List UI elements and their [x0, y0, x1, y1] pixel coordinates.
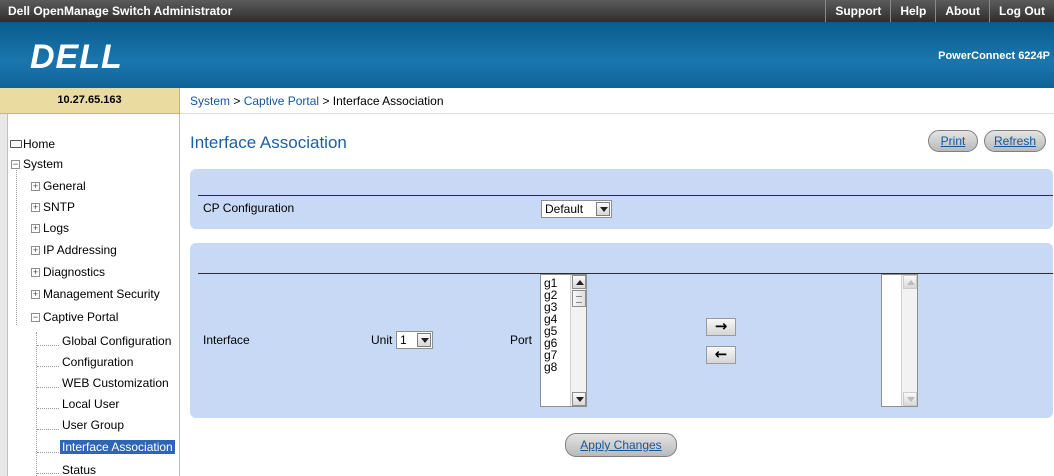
sidebar-item-label: System — [23, 157, 64, 171]
sidebar-scrollbar[interactable] — [0, 114, 8, 476]
tree-line — [37, 408, 59, 409]
cp-configuration-select[interactable]: Default — [541, 200, 612, 218]
sidebar-item-label: SNTP — [43, 200, 76, 214]
app-title: Dell OpenManage Switch Administrator — [8, 4, 233, 18]
support-link[interactable]: Support — [825, 0, 890, 22]
sidebar-item-label: Captive Portal — [43, 310, 119, 324]
tree-line — [37, 345, 59, 346]
sidebar-item-global-configuration[interactable]: Global Configuration — [62, 331, 171, 351]
breadcrumb-current: Interface Association — [332, 94, 444, 108]
sidebar-item-label: Global Configuration — [62, 334, 172, 348]
collapse-icon[interactable]: − — [31, 313, 40, 322]
breadcrumb: System > Captive Portal > Interface Asso… — [180, 88, 1054, 114]
expand-icon[interactable]: + — [31, 290, 40, 299]
cp-configuration-label: CP Configuration — [203, 201, 295, 215]
tree-line — [16, 161, 17, 325]
interface-label: Interface — [203, 333, 250, 347]
tree-line — [37, 366, 59, 367]
collapse-icon[interactable]: − — [11, 160, 20, 169]
panel-divider — [198, 195, 1053, 196]
nav-sidebar: Home − System + General + SNTP + Logs + IP Ad… — [0, 114, 180, 476]
sidebar-item-user-group[interactable]: User Group — [62, 415, 124, 435]
expand-icon[interactable]: + — [31, 268, 40, 277]
add-port-button[interactable]: → — [706, 318, 736, 336]
remove-port-button[interactable]: ← — [706, 346, 736, 364]
breadcrumb-captive-portal[interactable]: Captive Portal — [244, 94, 319, 108]
device-model: PowerConnect 6224P — [938, 50, 1050, 62]
port-listbox[interactable]: g1 g2 g3 g4 g5 g6 g7 g8 — [540, 274, 587, 407]
brand-banner: DELL PowerConnect 6224P — [0, 22, 1054, 88]
sidebar-item-home[interactable]: Home — [10, 134, 55, 154]
sidebar-item-label: WEB Customization — [62, 376, 169, 390]
sidebar-item-ip-addressing[interactable]: + IP Addressing — [31, 240, 117, 260]
sidebar-item-local-user[interactable]: Local User — [62, 394, 119, 414]
unit-value: 1 — [400, 333, 407, 347]
sidebar-item-label: Interface Association — [60, 440, 175, 454]
sidebar-item-system[interactable]: − System — [11, 154, 63, 174]
scroll-down-icon[interactable] — [572, 392, 586, 406]
logout-link[interactable]: Log Out — [989, 0, 1054, 22]
sidebar-item-label: Configuration — [62, 355, 134, 369]
interface-panel: Interface Unit 1 Port g1 g2 g3 g4 g5 g6 … — [190, 243, 1053, 418]
refresh-button[interactable]: Refresh — [984, 130, 1046, 152]
sidebar-item-label: General — [43, 179, 86, 193]
expand-icon[interactable]: + — [31, 182, 40, 191]
top-links: Support Help About Log Out — [825, 0, 1054, 22]
expand-icon[interactable]: + — [31, 246, 40, 255]
chevron-down-icon — [417, 333, 431, 347]
port-list-scrollbar[interactable] — [570, 275, 586, 406]
sidebar-item-management-security[interactable]: + Management Security — [31, 284, 160, 304]
sidebar-item-label: Local User — [62, 397, 120, 411]
scroll-down-icon[interactable] — [903, 392, 917, 406]
tree-line — [37, 452, 59, 453]
scroll-thumb[interactable] — [572, 290, 586, 307]
about-link[interactable]: About — [935, 0, 989, 22]
tree-line — [37, 473, 59, 474]
page-title: Interface Association — [190, 133, 347, 152]
sidebar-item-label: Home — [23, 137, 56, 151]
sidebar-item-web-customization[interactable]: WEB Customization — [62, 373, 169, 393]
folder-icon — [10, 140, 22, 148]
sidebar-item-label: Status — [62, 463, 97, 476]
sidebar-item-general[interactable]: + General — [31, 176, 86, 196]
sidebar-item-interface-association[interactable]: Interface Association — [60, 437, 175, 457]
print-button[interactable]: Print — [928, 130, 978, 152]
sidebar-item-label: Logs — [43, 221, 70, 235]
sidebar-item-sntp[interactable]: + SNTP — [31, 197, 75, 217]
panel-divider — [198, 273, 1053, 274]
help-link[interactable]: Help — [890, 0, 935, 22]
sidebar-item-logs[interactable]: + Logs — [31, 218, 69, 238]
scroll-up-icon[interactable] — [572, 275, 586, 289]
cp-configuration-value: Default — [545, 202, 584, 216]
tree-line — [36, 332, 37, 476]
expand-icon[interactable]: + — [31, 203, 40, 212]
sidebar-item-label: IP Addressing — [43, 243, 117, 257]
main-content: Interface Association Print Refresh CP C… — [181, 115, 1054, 476]
top-bar: Dell OpenManage Switch Administrator Sup… — [0, 0, 1054, 22]
breadcrumb-system[interactable]: System — [190, 94, 230, 108]
selected-ports-listbox[interactable] — [881, 274, 918, 407]
tree-line — [37, 429, 59, 430]
unit-label: Unit — [371, 333, 393, 347]
expand-icon[interactable]: + — [31, 224, 40, 233]
dell-logo: DELL — [30, 38, 123, 76]
sidebar-item-label: Diagnostics — [43, 265, 106, 279]
sidebar-item-captive-portal[interactable]: − Captive Portal — [31, 307, 118, 327]
breadcrumb-separator: > — [322, 94, 330, 108]
sidebar-item-status[interactable]: Status — [62, 460, 96, 476]
breadcrumb-separator: > — [233, 94, 241, 108]
sidebar-item-label: User Group — [62, 418, 125, 432]
apply-changes-button[interactable]: Apply Changes — [565, 433, 677, 457]
sidebar-item-label: Management Security — [43, 287, 160, 301]
port-label: Port — [510, 333, 533, 347]
ip-address: 10.27.65.163 — [0, 88, 180, 114]
sidebar-item-configuration[interactable]: Configuration — [62, 352, 133, 372]
cp-configuration-panel: CP Configuration Default — [190, 169, 1053, 229]
tree-line — [37, 387, 59, 388]
selected-list-scrollbar[interactable] — [901, 275, 917, 406]
sidebar-item-diagnostics[interactable]: + Diagnostics — [31, 262, 105, 282]
scroll-up-icon[interactable] — [903, 275, 917, 289]
chevron-down-icon — [596, 202, 610, 216]
unit-select[interactable]: 1 — [396, 331, 433, 349]
